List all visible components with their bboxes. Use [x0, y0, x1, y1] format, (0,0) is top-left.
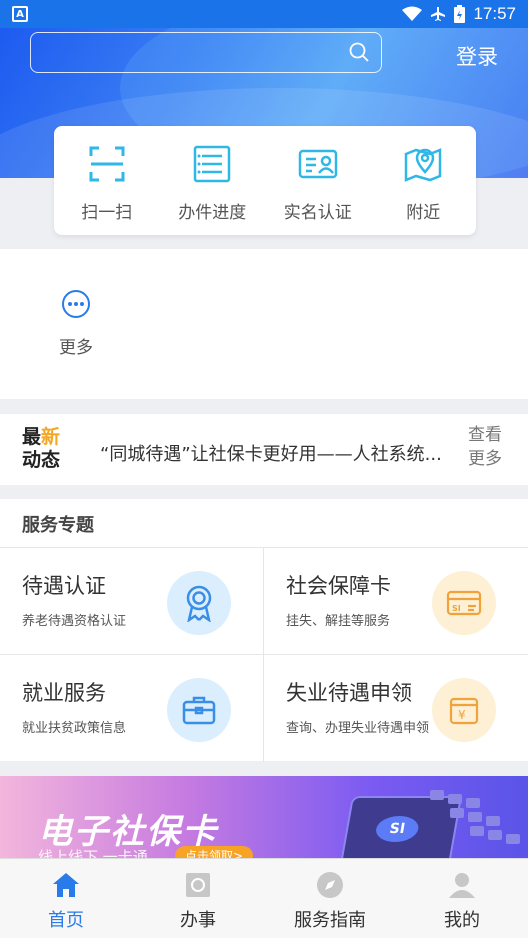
progress-list-icon: [194, 145, 231, 183]
compass-icon: [317, 872, 343, 898]
more-label: 更多: [59, 338, 93, 358]
user-icon: [449, 873, 475, 898]
nav-home[interactable]: 首页: [0, 859, 132, 938]
airplane-icon: [431, 7, 446, 21]
search-icon[interactable]: [349, 42, 369, 62]
topic-title: 就业服务: [22, 681, 106, 705]
topic-title: 社会保障卡: [286, 574, 391, 598]
briefcase-icon: [167, 678, 231, 742]
topic-benefit-certification[interactable]: 待遇认证 养老待遇资格认证: [0, 548, 264, 655]
quick-action-nearby[interactable]: 附近: [371, 126, 477, 235]
topic-unemployment-claim[interactable]: 失业待遇申领 查询、办理失业待遇申领 ¥: [264, 655, 528, 762]
nav-service-guide[interactable]: 服务指南: [264, 859, 396, 938]
service-topics: 服务专题 待遇认证 养老待遇资格认证 社会保障卡 挂失、解挂等服务 SI 就业服…: [0, 499, 528, 762]
home-icon: [53, 873, 79, 897]
quick-action-label: 实名认证: [283, 203, 352, 223]
scan-icon: [89, 146, 125, 182]
banner-tiles-decoration: [420, 786, 520, 856]
nav-label: 首页: [48, 910, 84, 931]
banner-subtitle: 线上线下 一卡通: [38, 848, 148, 858]
quick-action-progress[interactable]: 办件进度: [160, 126, 266, 235]
yen-card-icon: ¥: [432, 678, 496, 742]
nav-label: 我的: [444, 910, 480, 931]
clock: 17:57: [473, 4, 516, 23]
nav-profile[interactable]: 我的: [396, 859, 528, 938]
status-bar: A 17:57: [0, 0, 528, 28]
news-ticker[interactable]: 最新 动态 “同城待遇”让社保卡更好用——人社系统... 查看 更多: [0, 414, 528, 485]
svg-text:SI: SI: [452, 604, 461, 613]
map-pin-icon: [405, 148, 442, 182]
svg-text:¥: ¥: [458, 708, 466, 722]
news-tag: 最新 动态: [22, 426, 61, 471]
topic-social-security-card[interactable]: 社会保障卡 挂失、解挂等服务 SI: [264, 548, 528, 655]
topic-employment-service[interactable]: 就业服务 就业扶贫政策信息: [0, 655, 264, 762]
id-card-icon: [298, 149, 337, 179]
nav-label: 服务指南: [294, 910, 366, 931]
more-section: 更多: [0, 249, 528, 399]
nav-tasks[interactable]: 办事: [132, 859, 264, 938]
topic-title: 失业待遇申领: [286, 681, 412, 705]
si-card-icon: SI: [432, 571, 496, 635]
topic-subtitle: 就业扶贫政策信息: [22, 721, 127, 736]
more-button[interactable]: 更多: [50, 289, 102, 358]
topic-subtitle: 查询、办理失业待遇申领: [286, 721, 430, 736]
quick-action-realname[interactable]: 实名认证: [265, 126, 371, 235]
banner-claim-button[interactable]: 点击领取>: [175, 846, 254, 858]
quick-action-scan[interactable]: 扫一扫: [54, 126, 160, 235]
more-dots-icon: [62, 290, 90, 318]
status-right: 17:57: [402, 4, 516, 24]
news-headline[interactable]: “同城待遇”让社保卡更好用——人社系统...: [100, 440, 460, 466]
battery-icon: [454, 5, 466, 23]
topics-grid: 待遇认证 养老待遇资格认证 社会保障卡 挂失、解挂等服务 SI 就业服务 就业扶…: [0, 547, 528, 762]
tasks-icon: [186, 873, 210, 897]
quick-action-label: 附近: [406, 203, 441, 223]
search-input[interactable]: [30, 32, 382, 73]
topic-subtitle: 养老待遇资格认证: [22, 614, 127, 629]
app-notification-icon: A: [12, 6, 28, 22]
promo-banner[interactable]: 电子社保卡 线上线下 一卡通 点击领取> SI: [0, 776, 528, 858]
si-logo: SI: [373, 816, 421, 842]
wifi-icon: [402, 6, 423, 21]
topic-title: 待遇认证: [22, 574, 106, 598]
bottom-nav: 首页 办事 服务指南 我的: [0, 858, 528, 938]
quick-action-label: 扫一扫: [81, 203, 133, 223]
section-title: 服务专题: [22, 515, 94, 536]
login-button[interactable]: 登录: [456, 41, 498, 71]
quick-action-label: 办件进度: [178, 203, 247, 223]
nav-label: 办事: [180, 910, 216, 931]
quick-actions-card: 扫一扫 办件进度 实名认证 附近: [54, 126, 476, 235]
medal-icon: [167, 571, 231, 635]
topic-subtitle: 挂失、解挂等服务: [286, 614, 391, 629]
see-more-link[interactable]: 查看 更多: [468, 423, 506, 471]
